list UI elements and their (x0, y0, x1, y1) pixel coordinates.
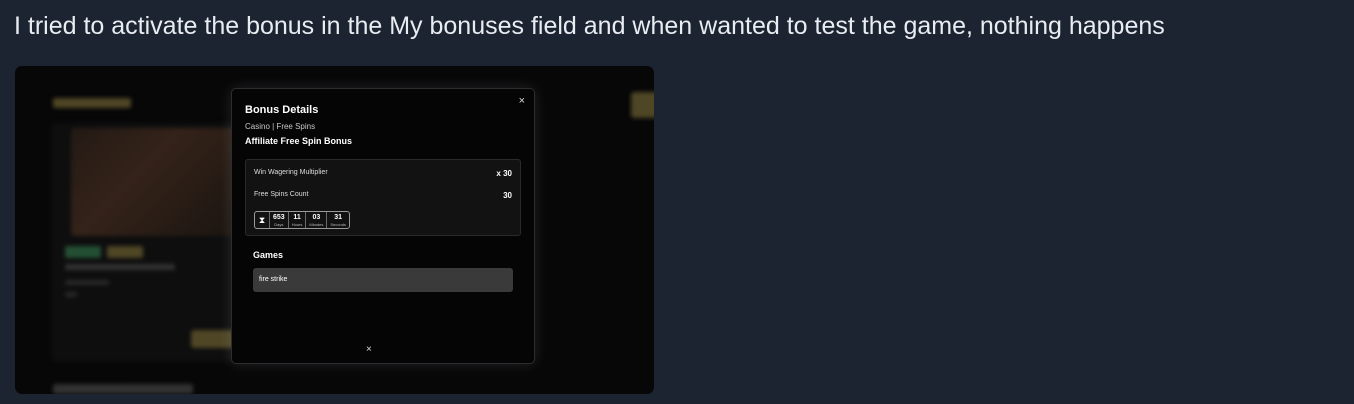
message-text: I tried to activate the bonus in the My … (14, 12, 1165, 40)
detail-row-spins: Free Spins Count 30 (254, 191, 512, 200)
timer-hours-label: Hours (291, 221, 303, 227)
blurred-button (631, 92, 654, 118)
close-icon[interactable]: × (519, 95, 525, 107)
detail-value: 30 (503, 191, 512, 200)
countdown-timer: ⧗ 653 Days 11 Hours 03 Minutes 31 Second… (254, 211, 350, 229)
attached-screenshot[interactable]: × Bonus Details Casino | Free Spins Affi… (15, 66, 654, 394)
blurred-badge (65, 246, 101, 258)
bonus-details-box: Win Wagering Multiplier x 30 Free Spins … (245, 159, 521, 236)
detail-label: Win Wagering Multiplier (254, 169, 328, 176)
timer-days-value: 653 (273, 213, 285, 221)
close-icon[interactable]: × (366, 344, 372, 355)
detail-label: Free Spins Count (254, 191, 309, 198)
modal-title: Bonus Details (245, 104, 319, 116)
timer-minutes-label: Minutes (309, 221, 324, 227)
blurred-text-line (65, 280, 109, 285)
timer-hours-value: 11 (293, 213, 301, 221)
blurred-bonus-image (71, 128, 241, 236)
blurred-text-line (65, 292, 77, 297)
detail-value: x 30 (496, 169, 512, 178)
game-item-fire-strike[interactable]: fire strike (253, 268, 513, 292)
bonus-details-modal: × Bonus Details Casino | Free Spins Affi… (231, 88, 535, 364)
blurred-text-line (65, 264, 175, 270)
timer-hours: 11 Hours (287, 212, 306, 228)
blurred-button (191, 330, 235, 348)
modal-subtitle: Casino | Free Spins (245, 122, 316, 131)
games-heading: Games (253, 250, 284, 260)
timer-days-label: Days (274, 221, 284, 227)
timer-seconds: 31 Seconds (326, 212, 349, 228)
timer-days: 653 Days (269, 212, 288, 228)
timer-seconds-label: Seconds (330, 221, 346, 227)
bonus-name: Affiliate Free Spin Bonus (245, 136, 353, 146)
hourglass-icon: ⧗ (258, 214, 266, 225)
blurred-badge (107, 246, 143, 258)
blurred-section-title (53, 384, 193, 394)
blurred-page-title (53, 98, 131, 108)
timer-minutes-value: 03 (312, 213, 321, 221)
timer-minutes: 03 Minutes (305, 212, 326, 228)
timer-seconds-value: 31 (334, 213, 343, 221)
detail-row-wagering: Win Wagering Multiplier x 30 (254, 169, 512, 178)
